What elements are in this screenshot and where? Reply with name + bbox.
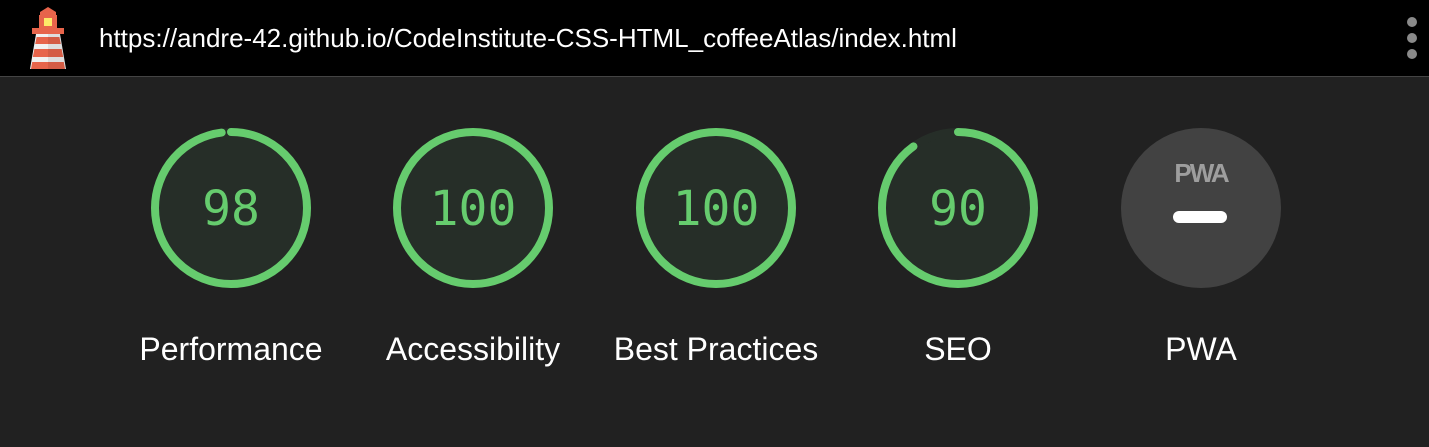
best-practices-score-ring: 100 bbox=[636, 128, 796, 288]
page-url[interactable]: https://andre-42.github.io/CodeInstitute… bbox=[99, 22, 957, 54]
gauge-label: Accessibility bbox=[385, 331, 561, 367]
gauge-score-value: 98 bbox=[202, 181, 260, 237]
performance-score-ring: 98 bbox=[151, 128, 311, 288]
gauge-label: SEO bbox=[924, 331, 992, 367]
lighthouse-icon bbox=[30, 7, 66, 69]
gauge-best-practices[interactable]: 100 Best Practices bbox=[606, 126, 826, 374]
pwa-badge-icon: PWA bbox=[1121, 128, 1281, 288]
gauge-label: Performance bbox=[139, 331, 323, 367]
gauge-label: PWA bbox=[1165, 331, 1237, 367]
gauge-score-value: 100 bbox=[673, 181, 760, 237]
gauge-score-value: 100 bbox=[430, 181, 517, 237]
gauge-pwa[interactable]: PWA PWA bbox=[1091, 126, 1311, 374]
pwa-badge-text: PWA bbox=[1174, 158, 1229, 188]
gauge-performance[interactable]: 98 Performance bbox=[121, 126, 341, 374]
top-bar: https://andre-42.github.io/CodeInstitute… bbox=[0, 0, 1429, 77]
gauge-score-value: 90 bbox=[929, 181, 987, 237]
gauge-label: Best Practices bbox=[613, 331, 819, 367]
gauge-accessibility[interactable]: 100 Accessibility bbox=[363, 126, 583, 374]
gauge-seo[interactable]: 90 SEO bbox=[848, 126, 1068, 374]
score-gauges: 98 Performance 100 Accessibility 100 Bes… bbox=[0, 78, 1429, 447]
kebab-menu-icon[interactable] bbox=[1400, 15, 1424, 61]
seo-score-ring: 90 bbox=[878, 128, 1038, 288]
accessibility-score-ring: 100 bbox=[393, 128, 553, 288]
